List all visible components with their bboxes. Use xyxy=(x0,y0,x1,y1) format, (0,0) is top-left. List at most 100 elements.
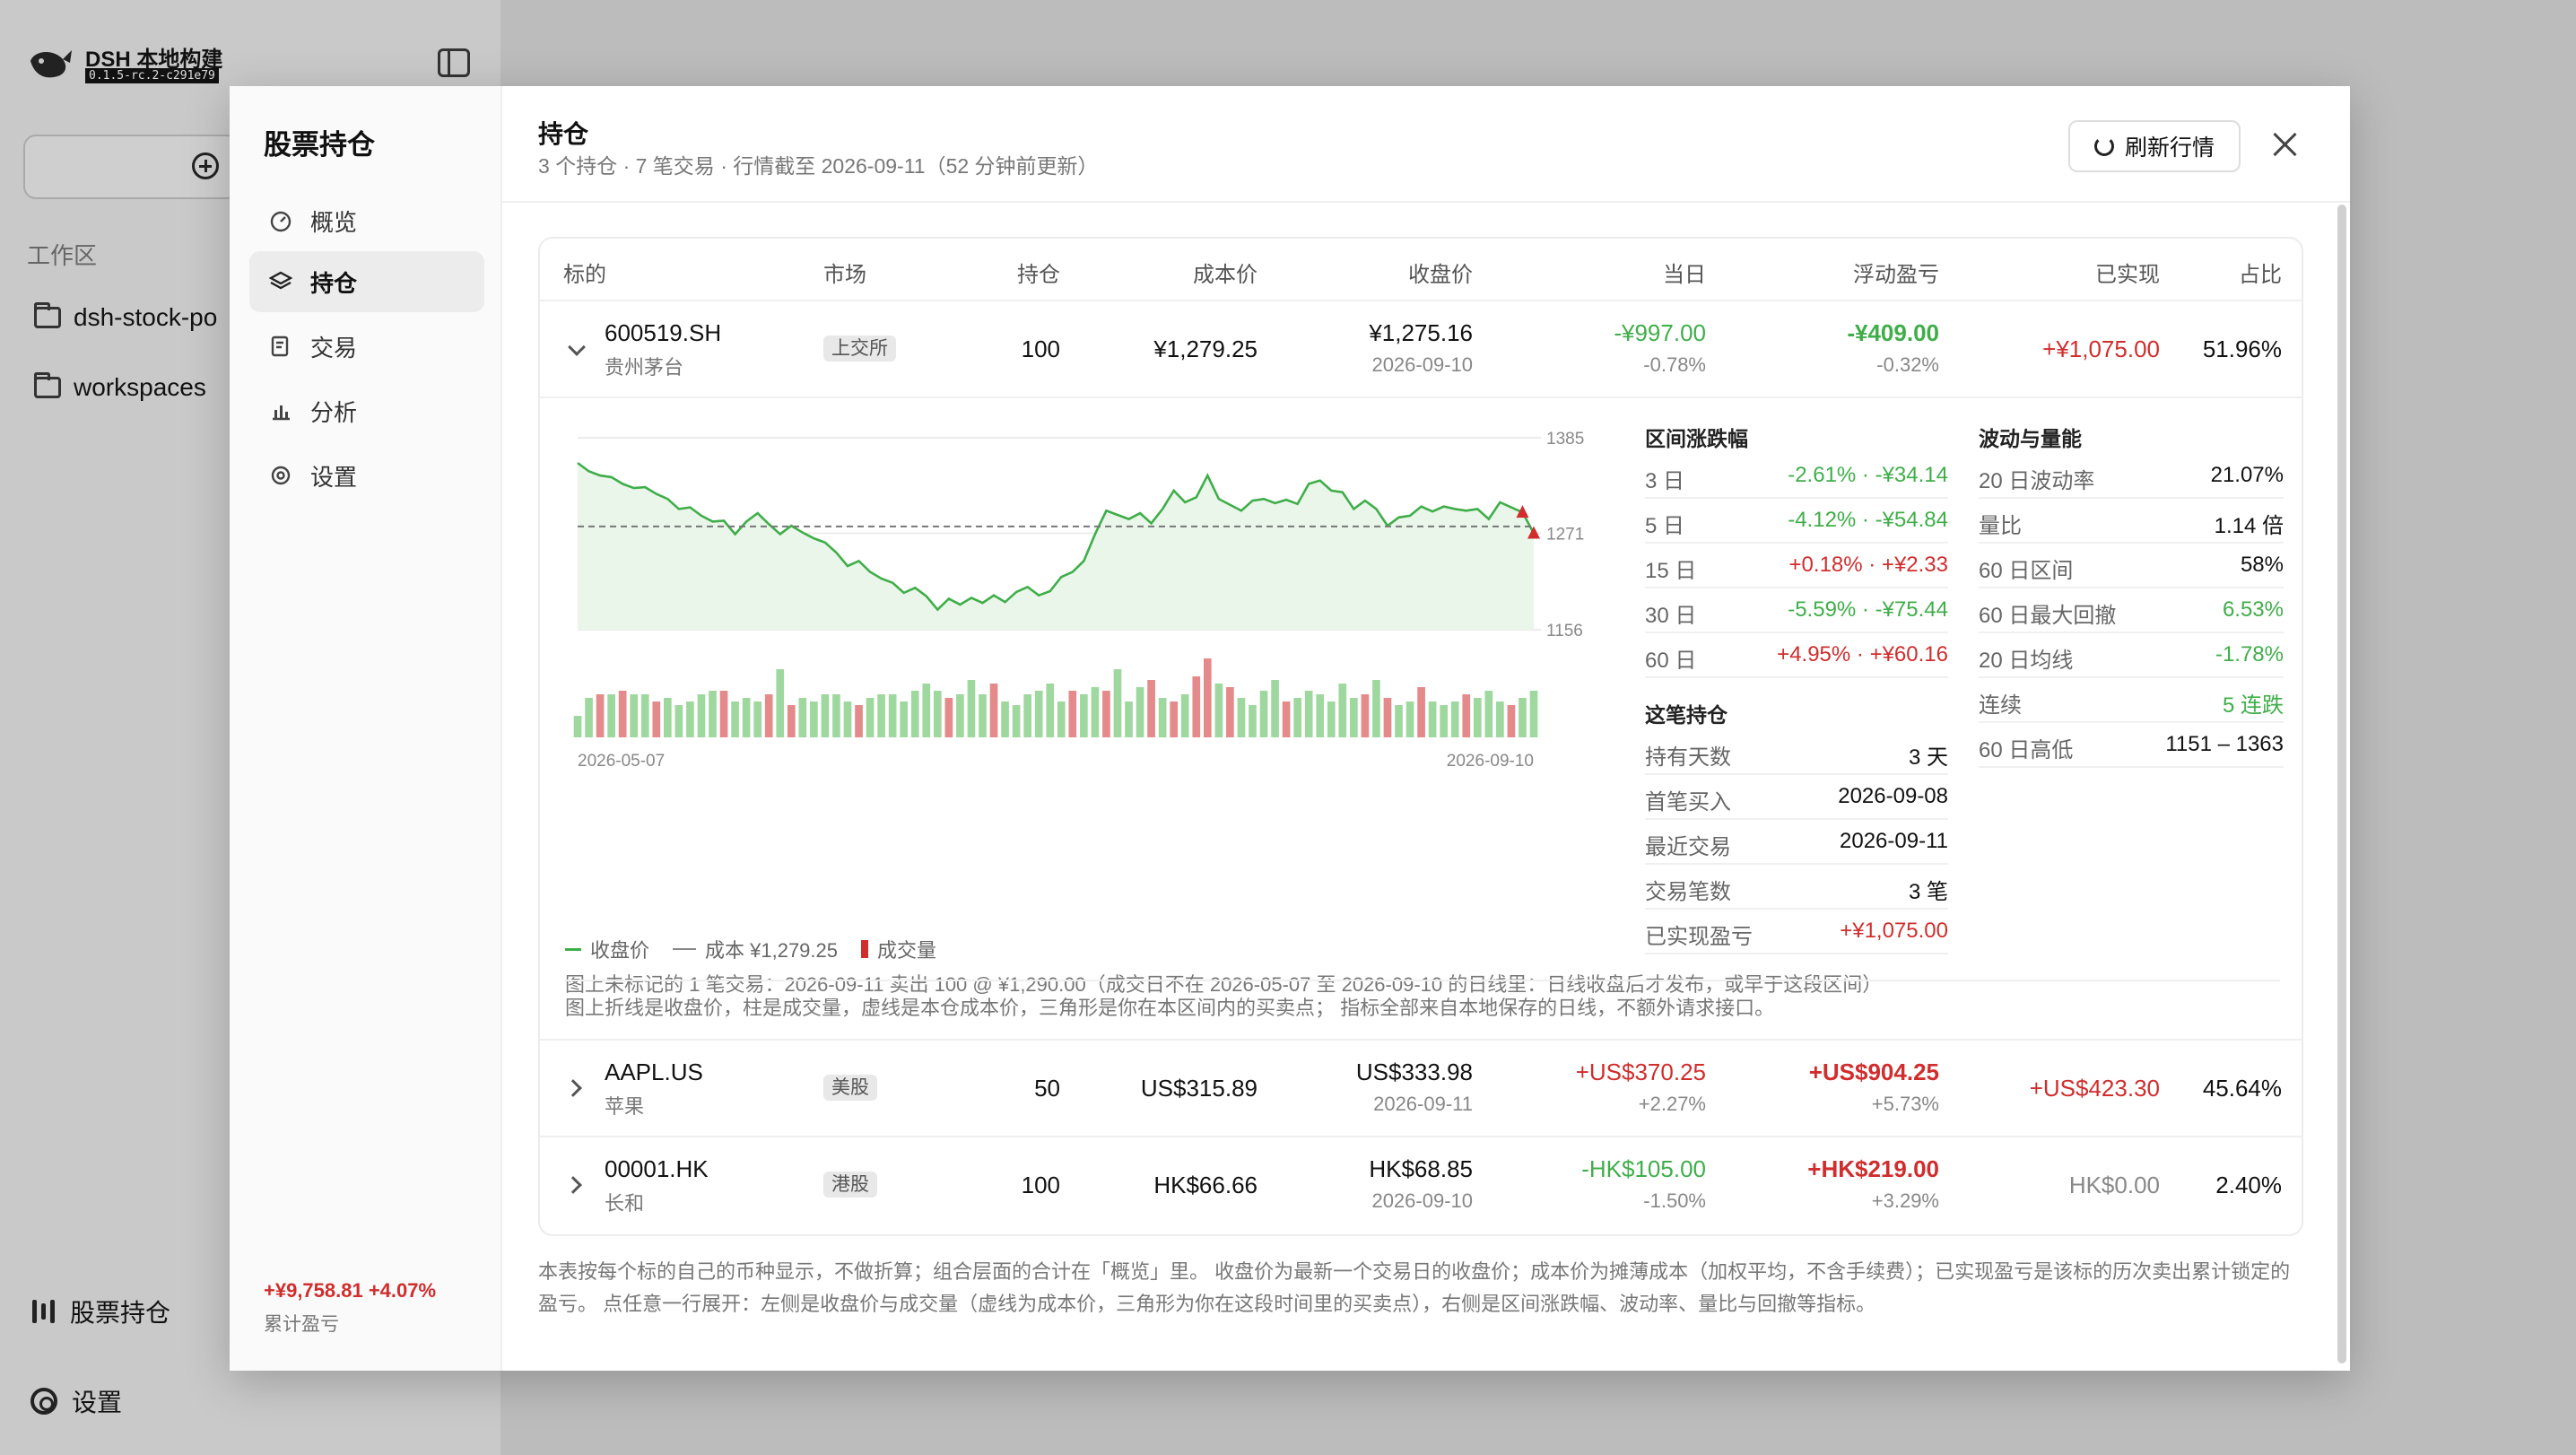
vol-title: 波动与量能 xyxy=(1979,427,2082,450)
modal-nav-title: 股票持仓 xyxy=(264,129,375,161)
stat-row: 连续 5 连跌 xyxy=(1979,678,2284,723)
symbol: 00001.HK xyxy=(605,1155,709,1182)
volume-bar xyxy=(1417,687,1425,737)
gear-icon xyxy=(30,1388,57,1415)
nav-analysis[interactable]: 分析 xyxy=(249,380,484,441)
volume-bar xyxy=(1484,691,1493,737)
stat-row: 持有天数 3 天 xyxy=(1645,730,1948,775)
stat-label: 持有天数 xyxy=(1645,745,1731,770)
folder-label: workspaces xyxy=(74,373,206,401)
volume-bar xyxy=(843,701,852,737)
chevron-right-icon[interactable] xyxy=(564,1079,582,1097)
legend-label: 成本 ¥1,279.25 xyxy=(705,939,839,962)
folder-item-dsh[interactable]: dsh-stock-po xyxy=(34,302,217,332)
chevron-right-icon[interactable] xyxy=(564,1176,582,1194)
table-row-00001[interactable]: 00001.HK 长和 港股 100 HK$66.66 HK$68.85 202… xyxy=(540,1137,2302,1233)
col-header[interactable]: 浮动盈亏 xyxy=(1742,257,1939,288)
folder-icon xyxy=(34,372,61,398)
x-tick-label: 2026-09-10 xyxy=(1447,752,1534,771)
col-header[interactable]: 当日 xyxy=(1527,257,1706,288)
volume-bar xyxy=(607,694,615,737)
legend-label: 成交量 xyxy=(877,939,937,962)
volume-bar xyxy=(1462,694,1471,737)
stat-row: 3 日 -2.61% · -¥34.14 xyxy=(1645,454,1948,499)
volume-bar xyxy=(1001,701,1009,737)
settings-nav[interactable]: 设置 xyxy=(30,1383,122,1419)
market-badge: 港股 xyxy=(823,1172,877,1198)
stat-value: -1.78% xyxy=(2215,642,2284,667)
nav-overview[interactable]: 概览 xyxy=(249,190,484,251)
stat-value: -4.12% · -¥54.84 xyxy=(1788,508,1948,532)
stat-label: 已实现盈亏 xyxy=(1645,925,1753,949)
volume-bar xyxy=(1259,691,1268,737)
stat-value: 5 连跌 xyxy=(2222,693,2284,718)
holdings-table: 标的 市场 持仓 成本价 收盘价 当日 浮动盈亏 已实现 占比 600519.S… xyxy=(538,237,2303,1236)
plus-circle-icon xyxy=(192,152,219,179)
bars-icon xyxy=(30,1300,56,1323)
volume-bar xyxy=(1170,701,1179,737)
volume-bar xyxy=(1147,680,1155,737)
volume-bar xyxy=(1023,694,1031,737)
volume-bar xyxy=(810,701,818,737)
stat-value: 58% xyxy=(2240,553,2284,577)
volume-bar xyxy=(1068,691,1077,737)
volume-bar xyxy=(1395,705,1403,737)
volume-bar xyxy=(1529,691,1538,737)
weight: 51.96% xyxy=(2202,335,2282,362)
col-header[interactable]: 占比 xyxy=(2169,257,2282,288)
volume-bar xyxy=(776,669,785,737)
close-price: HK$68.85 xyxy=(1369,1155,1473,1182)
volume-bar xyxy=(787,705,796,737)
volume-bar xyxy=(585,698,593,737)
table-row-aapl[interactable]: AAPL.US 苹果 美股 50 US$315.89 US$333.98 202… xyxy=(540,1041,2302,1136)
scrollbar[interactable] xyxy=(2337,205,2346,1364)
volume-bar xyxy=(1304,691,1313,737)
table-row-600519[interactable]: 600519.SH 贵州茅台 上交所 100 ¥1,279.25 ¥1,275.… xyxy=(540,301,2302,396)
volume-bar xyxy=(1428,701,1437,737)
volume-bar xyxy=(1214,684,1223,737)
refresh-quotes-button[interactable]: 刷新行情 xyxy=(2068,120,2241,172)
volume-bar xyxy=(709,691,717,737)
sidebar-toggle-icon[interactable] xyxy=(438,48,470,77)
layers-icon xyxy=(269,271,292,290)
nav-label: 分析 xyxy=(310,398,358,426)
volume-bar xyxy=(1282,701,1291,737)
volume-bar xyxy=(630,694,639,737)
volume-bar xyxy=(1136,687,1144,737)
volume-bar xyxy=(1180,694,1189,737)
col-header[interactable]: 市场 xyxy=(823,257,866,288)
header-divider xyxy=(502,201,2350,203)
volume-bar xyxy=(1327,701,1336,737)
y-tick-label: 1271 xyxy=(1546,526,1584,545)
chevron-down-icon[interactable] xyxy=(568,338,586,356)
nav-holdings[interactable]: 持仓 xyxy=(249,251,484,312)
volume-bar xyxy=(674,705,683,737)
volume-bar xyxy=(910,691,919,737)
col-header[interactable]: 收盘价 xyxy=(1293,257,1473,288)
stat-value: +¥1,075.00 xyxy=(1840,919,1948,943)
stat-value: 3 天 xyxy=(1908,745,1948,770)
col-header[interactable]: 持仓 xyxy=(953,257,1060,288)
nav-trades[interactable]: 交易 xyxy=(249,316,484,377)
volume-bar xyxy=(686,701,694,737)
nav-settings[interactable]: 设置 xyxy=(249,445,484,506)
day-change: +US$370.25 xyxy=(1575,1059,1706,1085)
refresh-icon xyxy=(2093,136,2114,156)
volume-bar xyxy=(1203,658,1212,737)
folder-item-workspaces[interactable]: workspaces xyxy=(34,372,206,402)
gear-icon xyxy=(271,466,291,485)
day-change: -HK$105.00 xyxy=(1581,1155,1706,1182)
volume-bar xyxy=(1450,701,1459,737)
stat-row: 20 日均线 -1.78% xyxy=(1979,633,2284,678)
col-header[interactable]: 标的 xyxy=(563,257,606,288)
volume-bar xyxy=(1057,701,1066,737)
close-icon[interactable] xyxy=(2267,127,2303,163)
stat-value: 1.14 倍 xyxy=(2214,514,2284,538)
stock-holdings-nav[interactable]: 股票持仓 xyxy=(30,1294,170,1329)
stat-label: 60 日最大回撤 xyxy=(1979,604,2117,628)
detail-bottom-note: 图上折线是收盘价，柱是成交量，虚线是本仓成本价，三角形是你在本区间内的买卖点； … xyxy=(565,997,1775,1019)
realized-pnl: HK$0.00 xyxy=(2068,1172,2160,1198)
close-price: US$333.98 xyxy=(1355,1059,1473,1085)
col-header[interactable]: 成本价 xyxy=(1078,257,1258,288)
col-header[interactable]: 已实现 xyxy=(1975,257,2160,288)
